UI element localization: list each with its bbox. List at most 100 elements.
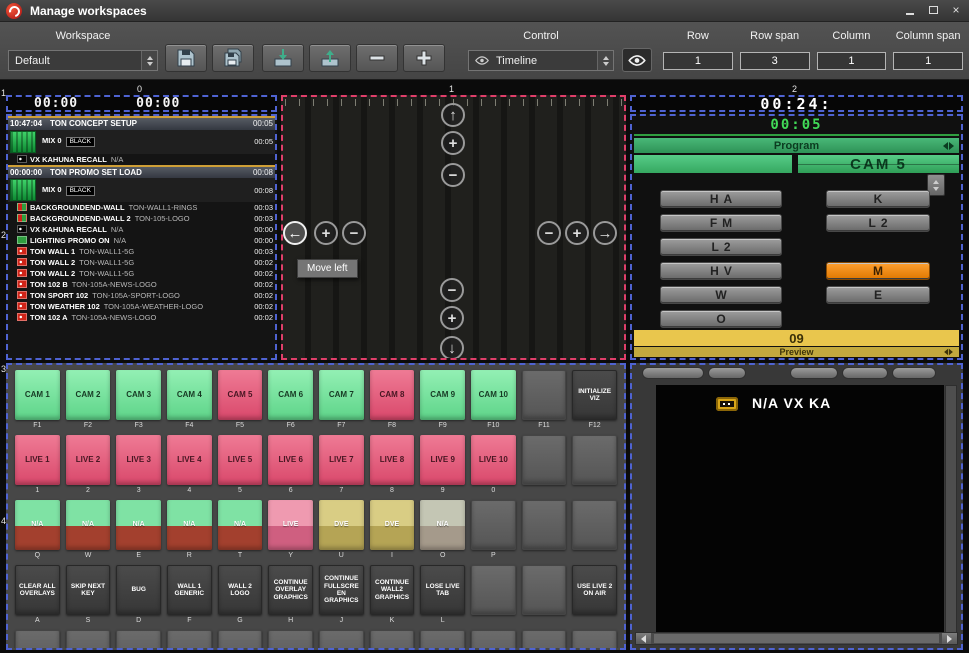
shortcut-pad[interactable]: [572, 630, 617, 650]
rundown-item[interactable]: TON WALL 2TON-WALL1-5G 00:02: [8, 268, 275, 279]
fader-button[interactable]: FM: [660, 214, 782, 232]
rundown-item[interactable]: TON WALL 1TON-WALL1-5G 00:03: [8, 246, 275, 257]
scroll-right-icon[interactable]: [942, 633, 957, 644]
shortcut-pad[interactable]: N/A: [116, 500, 161, 550]
timeline-control-cell[interactable]: ↑ + − ← + − − + → − + ↓ Move left: [281, 95, 626, 360]
shortcut-pad[interactable]: N/A: [167, 500, 212, 550]
panel-button[interactable]: [708, 367, 746, 379]
workspace-select[interactable]: Default: [8, 50, 158, 71]
shortcut-pad[interactable]: CONTINUE FULLSCREEN GRAPHICS: [319, 565, 364, 615]
field-input[interactable]: [817, 52, 887, 70]
shortcut-pad[interactable]: [572, 435, 617, 485]
export-control-button[interactable]: [309, 44, 351, 72]
shortcut-pad[interactable]: CAM 3: [116, 370, 161, 420]
fader-button[interactable]: O: [660, 310, 782, 328]
shortcut-pad[interactable]: LOSE LIVE TAB: [420, 565, 465, 615]
rundown-item[interactable]: MIX 0BLACK 00:08: [8, 178, 275, 202]
rundown-item[interactable]: VX KAHUNA RECALLN/A 00:00: [8, 224, 275, 235]
shortcut-pad[interactable]: [268, 630, 313, 650]
rundown-item[interactable]: VX KAHUNA RECALLN/A: [8, 154, 275, 165]
vertical-scrollbar[interactable]: [945, 385, 957, 633]
fader-button[interactable]: L2: [660, 238, 782, 256]
shortcut-pad[interactable]: INITIALIZE VIZ: [572, 370, 617, 420]
shortcut-pad[interactable]: [522, 630, 567, 650]
spinner-icon[interactable]: [597, 51, 613, 70]
scrollbar-thumb[interactable]: [654, 634, 939, 643]
shortcut-pad[interactable]: DVE: [319, 500, 364, 550]
minimize-button[interactable]: [903, 3, 917, 17]
shrink-up-button[interactable]: −: [441, 163, 465, 187]
rundown-control-cell[interactable]: 10:47:04 TON CONCEPT SETUP 00:05 MIX 0BL…: [6, 114, 277, 360]
program-clock-cell[interactable]: 00:24:: [630, 95, 963, 112]
maximize-button[interactable]: [926, 3, 940, 17]
shortcut-pad[interactable]: N/A: [15, 500, 60, 550]
clock-control-cell[interactable]: 00:00 00:00: [6, 95, 277, 112]
rundown-item[interactable]: TON SPORT 102TON-105A-SPORT-LOGO 00:02: [8, 290, 275, 301]
shrink-left-button[interactable]: −: [342, 221, 366, 245]
remove-control-button[interactable]: [356, 44, 398, 72]
fader-button[interactable]: K: [826, 190, 930, 208]
rundown-item[interactable]: TON 102 ATON-105A-NEWS-LOGO 00:02: [8, 312, 275, 323]
shortcut-pad[interactable]: [471, 565, 516, 615]
horizontal-scrollbar[interactable]: [635, 632, 958, 645]
panel-button[interactable]: [842, 367, 888, 379]
shortcut-pad[interactable]: BUG: [116, 565, 161, 615]
control-select[interactable]: Timeline: [468, 50, 614, 71]
shortcut-pad[interactable]: N/A: [218, 500, 263, 550]
shortcut-pad[interactable]: WALL 2 LOGO: [218, 565, 263, 615]
fader-button[interactable]: L2: [826, 214, 930, 232]
fader-button[interactable]: HA: [660, 190, 782, 208]
grow-right-button[interactable]: +: [565, 221, 589, 245]
shortcut-pad[interactable]: [471, 500, 516, 550]
shortcut-pad[interactable]: CAM 8: [370, 370, 415, 420]
panel-button[interactable]: [790, 367, 838, 379]
shortcut-pad[interactable]: DVE: [370, 500, 415, 550]
toggle-visibility-button[interactable]: [622, 48, 652, 72]
title-bar[interactable]: Manage workspaces ×: [0, 0, 969, 22]
shortcut-pad[interactable]: WALL 1 GENERIC: [167, 565, 212, 615]
shrink-down-button[interactable]: −: [440, 278, 464, 302]
fader-button[interactable]: E: [826, 286, 930, 304]
shortcut-pad[interactable]: LIVE 3: [116, 435, 161, 485]
shortcut-pad[interactable]: CAM 1: [15, 370, 60, 420]
rundown-item[interactable]: BACKGROUNDEND-WALL 2TON-105-LOGO 00:03: [8, 213, 275, 224]
shortcut-pad[interactable]: LIVE 9: [420, 435, 465, 485]
fader-button[interactable]: HV: [660, 262, 782, 280]
rundown-item[interactable]: MIX 0BLACK 00:05: [8, 130, 275, 154]
shortcut-pad[interactable]: [522, 500, 567, 550]
shortcut-pad[interactable]: [15, 630, 60, 650]
fader-button[interactable]: W: [660, 286, 782, 304]
rundown-item[interactable]: 10:47:04 TON CONCEPT SETUP 00:05: [8, 116, 275, 130]
shortcut-pad[interactable]: CAM 6: [268, 370, 313, 420]
shortcut-pad[interactable]: [522, 565, 567, 615]
shortcut-pad[interactable]: LIVE 7: [319, 435, 364, 485]
shortcut-pad[interactable]: [167, 630, 212, 650]
collapse-icon[interactable]: [944, 349, 953, 355]
move-right-button[interactable]: →: [593, 221, 617, 245]
save-all-workspaces-button[interactable]: [212, 44, 254, 72]
field-input[interactable]: [740, 52, 810, 70]
shortcut-pad[interactable]: LIVE 1: [15, 435, 60, 485]
audio-panel-cell[interactable]: 00:05 Program CAM 5 HA K FM L2: [630, 114, 963, 360]
shortcut-pad[interactable]: [572, 500, 617, 550]
shortcut-pad[interactable]: LIVE 10: [471, 435, 516, 485]
shortcut-pad[interactable]: LIVE 5: [218, 435, 263, 485]
shortcut-pad[interactable]: LIVE 6: [268, 435, 313, 485]
shortcut-pad[interactable]: CAM 10: [471, 370, 516, 420]
fader-button[interactable]: M: [826, 262, 930, 280]
shortcut-pad[interactable]: CAM 2: [66, 370, 111, 420]
shortcut-pad[interactable]: [522, 435, 567, 485]
shortcut-pad[interactable]: CAM 4: [167, 370, 212, 420]
shortcut-pad[interactable]: CLEAR ALL OVERLAYS: [15, 565, 60, 615]
shortcut-pad[interactable]: CONTINUE OVERLAY GRAPHICS: [268, 565, 313, 615]
move-left-button[interactable]: ←: [283, 221, 307, 245]
rundown-item[interactable]: TON 102 BTON-105A-NEWS-LOGO 00:02: [8, 279, 275, 290]
shortcut-pad[interactable]: USE LIVE 2 ON AIR: [572, 565, 617, 615]
collapse-icon[interactable]: [943, 142, 954, 150]
shortcut-pad[interactable]: N/A: [420, 500, 465, 550]
rundown-item[interactable]: TON WALL 2TON-WALL1-5G 00:02: [8, 257, 275, 268]
move-up-button[interactable]: ↑: [441, 103, 465, 127]
grow-left-button[interactable]: +: [314, 221, 338, 245]
save-workspace-button[interactable]: [165, 44, 207, 72]
field-input[interactable]: [663, 52, 733, 70]
